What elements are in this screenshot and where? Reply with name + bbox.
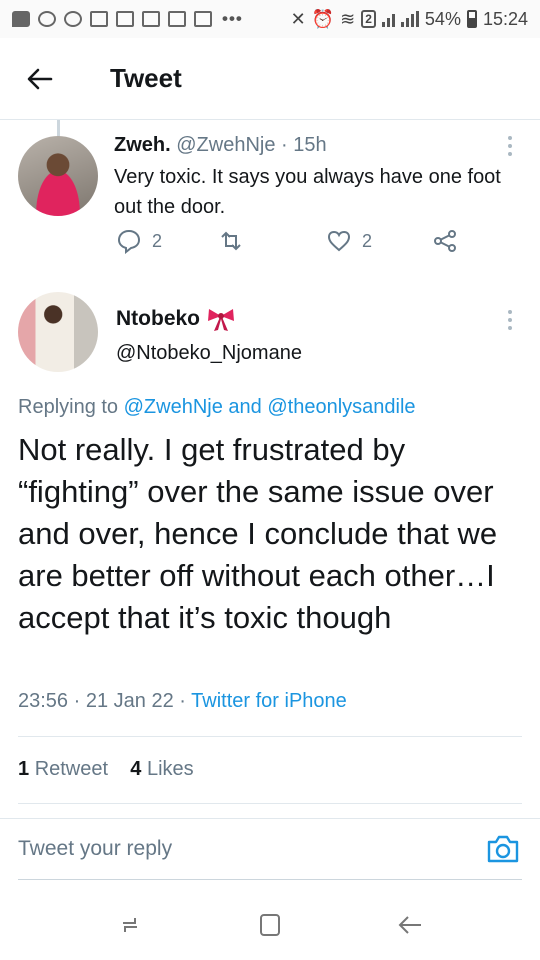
retweet-button[interactable]	[218, 228, 244, 254]
tweet-actions: 2 2	[114, 228, 474, 260]
likes-stat[interactable]: 4 Likes	[130, 758, 193, 780]
battery-percent: 54%	[424, 8, 461, 29]
gmail-icon	[168, 11, 186, 27]
phone-icon	[64, 11, 82, 27]
system-nav-bar	[0, 890, 540, 960]
main-author: Ntobeko	[116, 306, 236, 332]
replying-prefix: Replying to	[18, 396, 119, 418]
separator-dot: ·	[179, 690, 186, 712]
author-handle[interactable]: @Ntobeko_Njomane	[116, 342, 302, 365]
share-button[interactable]	[432, 228, 458, 254]
share-icon	[434, 230, 456, 252]
ribbon-bow-icon	[208, 309, 234, 331]
tweet-stats: 1 Retweet 4 Likes	[18, 758, 194, 781]
mention-link[interactable]: @theonlysandile	[267, 396, 415, 418]
camera-icon[interactable]	[486, 833, 520, 865]
status-bar: ••• ✕ ⏰ ≋ 2 54% 15:24	[0, 0, 540, 38]
retweets-count: 1	[18, 758, 30, 780]
reply-input[interactable]: Tweet your reply	[18, 837, 172, 861]
status-icons-right: ✕ ⏰ ≋ 2 54% 15:24	[291, 9, 528, 30]
gmail-icon	[142, 11, 160, 27]
like-count: 2	[362, 230, 373, 251]
checkbox-icon	[90, 11, 108, 27]
reply-underline	[18, 879, 522, 880]
mute-icon: ✕	[290, 8, 306, 29]
replying-to: Replying to @ZwehNje and @theonlysandile	[18, 396, 416, 419]
parent-tweet[interactable]: Zweh. @ZwehNje · 15h Very toxic. It says…	[0, 130, 540, 290]
retweet-icon	[221, 231, 241, 251]
reply-icon	[117, 229, 141, 254]
gmail-icon	[116, 11, 134, 27]
more-options-icon[interactable]	[500, 308, 520, 332]
likes-count: 4	[130, 758, 142, 780]
reply-button[interactable]: 2	[116, 228, 162, 254]
more-options-icon[interactable]	[500, 134, 520, 158]
home-button[interactable]	[250, 905, 290, 945]
home-icon	[260, 914, 280, 936]
separator-dot: ·	[281, 134, 288, 156]
back-button[interactable]	[390, 905, 430, 945]
avatar[interactable]	[18, 136, 98, 216]
separator-dot: ·	[73, 690, 81, 712]
mention-link[interactable]: @ZwehNje	[124, 396, 223, 418]
author-name[interactable]: Ntobeko	[116, 307, 200, 331]
wifi-icon: ≋	[340, 8, 356, 29]
status-icons-left: •••	[12, 9, 243, 29]
signal-icon	[400, 11, 419, 27]
back-arrow-icon[interactable]	[10, 49, 70, 109]
tweet-text: Not really. I get frustrated by “fightin…	[18, 432, 498, 635]
replying-and[interactable]: and	[228, 396, 261, 418]
author-handle[interactable]: @ZwehNje	[176, 134, 275, 156]
tweet-text: Very toxic. It says you always have one …	[114, 166, 501, 218]
tweet-time: 23:56	[18, 690, 69, 712]
divider	[18, 736, 522, 737]
signal-icon	[381, 11, 395, 27]
back-icon	[398, 916, 421, 934]
message-icon	[12, 11, 30, 27]
retweets-stat[interactable]: 1 Retweet	[18, 758, 108, 780]
divider	[18, 803, 522, 804]
battery-icon	[466, 10, 477, 28]
reply-count: 2	[152, 230, 163, 251]
tweet-time: 15h	[293, 134, 327, 156]
missed-call-icon	[38, 11, 56, 27]
likes-label: Likes	[146, 758, 194, 780]
tweet-date: 21 Jan 22	[85, 690, 174, 712]
header: Tweet	[0, 38, 540, 120]
heart-icon	[327, 230, 351, 252]
avatar[interactable]	[18, 292, 98, 372]
tweet-source-link[interactable]: Twitter for iPhone	[191, 690, 347, 712]
like-button[interactable]: 2	[326, 228, 372, 254]
retweets-label: Retweet	[34, 758, 109, 780]
recent-apps-icon	[123, 918, 137, 932]
author-name[interactable]: Zweh.	[114, 134, 171, 156]
tweet-meta: 23:56 · 21 Jan 22 · Twitter for iPhone	[18, 690, 347, 713]
gallery-icon	[194, 11, 212, 27]
clock: 15:24	[482, 8, 528, 29]
more-notifications-icon: •••	[222, 9, 243, 28]
recent-apps-button[interactable]	[110, 905, 150, 945]
parent-author: Zweh. @ZwehNje · 15h	[114, 134, 327, 157]
alarm-icon: ⏰	[311, 8, 335, 29]
page-title: Tweet	[110, 63, 182, 93]
notification-badge: 2	[361, 10, 376, 28]
reply-bar: Tweet your reply	[0, 818, 540, 880]
